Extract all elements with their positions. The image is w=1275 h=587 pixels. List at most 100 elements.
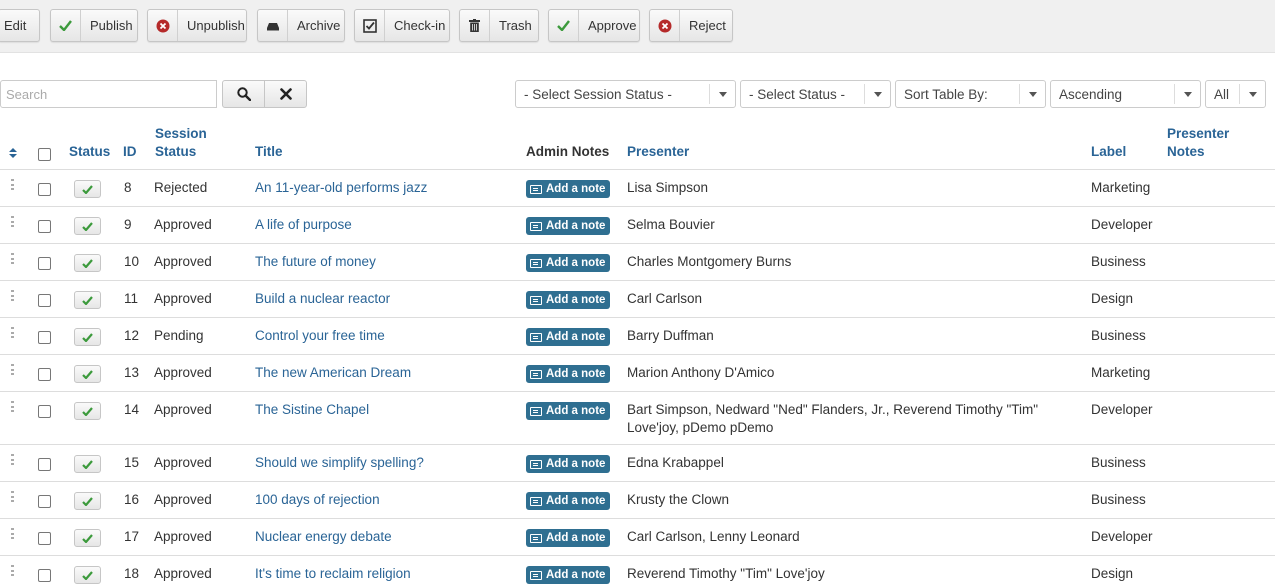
id-header[interactable]: ID bbox=[123, 143, 137, 161]
limit-select[interactable]: All bbox=[1205, 80, 1266, 108]
checkin-button[interactable]: Check-in bbox=[354, 9, 450, 42]
published-toggle[interactable] bbox=[74, 455, 101, 473]
published-toggle[interactable] bbox=[74, 254, 101, 272]
row-title-link[interactable]: Nuclear energy debate bbox=[255, 528, 392, 546]
row-session-status: Approved bbox=[154, 492, 212, 507]
row-checkbox[interactable] bbox=[38, 183, 51, 196]
row-presenter: Reverend Timothy "Tim" Love'joy bbox=[627, 565, 1047, 583]
clear-search-button[interactable] bbox=[264, 80, 307, 108]
drag-handle-icon[interactable] bbox=[11, 253, 14, 264]
published-toggle[interactable] bbox=[74, 492, 101, 510]
row-checkbox[interactable] bbox=[38, 532, 51, 545]
unpublish-button[interactable]: Unpublish bbox=[147, 9, 247, 42]
reject-button[interactable]: Reject bbox=[649, 9, 733, 42]
drag-handle-icon[interactable] bbox=[11, 401, 14, 412]
row-checkbox[interactable] bbox=[38, 220, 51, 233]
presenter-header[interactable]: Presenter bbox=[627, 143, 689, 161]
ordering-header[interactable] bbox=[8, 146, 18, 160]
row-title-link[interactable]: Build a nuclear reactor bbox=[255, 290, 390, 308]
publish-button[interactable]: Publish bbox=[50, 9, 138, 42]
archive-button[interactable]: Archive bbox=[257, 9, 345, 42]
published-toggle[interactable] bbox=[74, 291, 101, 309]
row-presenter-line1: Bart Simpson, Nedward "Ned" Flanders, Jr… bbox=[627, 402, 1039, 417]
status-select[interactable]: - Select Status - bbox=[740, 80, 891, 108]
drag-handle-icon[interactable] bbox=[11, 327, 14, 338]
published-toggle[interactable] bbox=[74, 402, 101, 420]
session-status-select[interactable]: - Select Session Status - bbox=[515, 80, 736, 108]
row-checkbox[interactable] bbox=[38, 495, 51, 508]
row-checkbox[interactable] bbox=[38, 569, 51, 582]
direction-select[interactable]: Ascending bbox=[1050, 80, 1201, 108]
published-toggle[interactable] bbox=[74, 328, 101, 346]
sort-by-select[interactable]: Sort Table By: bbox=[895, 80, 1046, 108]
toolbar: Edit Publish Unpublish Archive Check-in … bbox=[0, 0, 1275, 53]
row-title-link[interactable]: The future of money bbox=[255, 253, 376, 271]
row-checkbox[interactable] bbox=[38, 331, 51, 344]
chevron-down-icon bbox=[1239, 84, 1265, 104]
row-checkbox[interactable] bbox=[38, 458, 51, 471]
drag-handle-icon[interactable] bbox=[11, 364, 14, 375]
row-checkbox[interactable] bbox=[38, 294, 51, 307]
label-header[interactable]: Label bbox=[1091, 143, 1126, 161]
published-toggle[interactable] bbox=[74, 566, 101, 584]
drag-handle-icon[interactable] bbox=[11, 565, 14, 576]
add-note-button[interactable]: Add a note bbox=[526, 365, 610, 383]
row-presenter-line1: Selma Bouvier bbox=[627, 217, 715, 232]
row-checkbox[interactable] bbox=[38, 405, 51, 418]
published-toggle[interactable] bbox=[74, 180, 101, 198]
add-note-button[interactable]: Add a note bbox=[526, 254, 610, 272]
add-note-button[interactable]: Add a note bbox=[526, 402, 610, 420]
row-title-link[interactable]: 100 days of rejection bbox=[255, 491, 380, 509]
row-title-link[interactable]: Should we simplify spelling? bbox=[255, 454, 424, 472]
row-checkbox[interactable] bbox=[38, 368, 51, 381]
row-title-link[interactable]: The Sistine Chapel bbox=[255, 401, 369, 419]
add-note-button[interactable]: Add a note bbox=[526, 328, 610, 346]
row-presenter-line1: Lisa Simpson bbox=[627, 180, 709, 195]
edit-button[interactable]: Edit bbox=[0, 9, 40, 42]
add-note-button[interactable]: Add a note bbox=[526, 455, 610, 473]
search-input[interactable] bbox=[0, 80, 217, 108]
title-header[interactable]: Title bbox=[255, 143, 283, 161]
published-toggle[interactable] bbox=[74, 217, 101, 235]
status-header[interactable]: Status bbox=[69, 143, 110, 161]
drag-handle-icon[interactable] bbox=[11, 454, 14, 465]
add-note-button[interactable]: Add a note bbox=[526, 180, 610, 198]
published-toggle[interactable] bbox=[74, 365, 101, 383]
row-presenter: Krusty the Clown bbox=[627, 491, 1047, 509]
row-checkbox[interactable] bbox=[38, 257, 51, 270]
session-status-header-line2: Status bbox=[155, 144, 197, 159]
add-note-button[interactable]: Add a note bbox=[526, 492, 610, 510]
trash-button[interactable]: Trash bbox=[459, 9, 539, 42]
approve-button[interactable]: Approve bbox=[548, 9, 640, 42]
drag-handle-icon[interactable] bbox=[11, 216, 14, 227]
row-divider bbox=[0, 206, 1275, 207]
row-presenter: Edna Krabappel bbox=[627, 454, 1047, 472]
row-presenter-line2: Love'joy, pDemo pDemo bbox=[627, 420, 774, 435]
close-icon bbox=[279, 88, 292, 100]
add-note-button[interactable]: Add a note bbox=[526, 566, 610, 584]
row-title-link[interactable]: It's time to reclaim religion bbox=[255, 565, 411, 583]
add-note-label: Add a note bbox=[546, 405, 606, 417]
unpublish-button-label: Unpublish bbox=[187, 18, 245, 33]
session-status-header[interactable]: Session Status bbox=[155, 125, 207, 161]
row-label: Developer bbox=[1091, 529, 1153, 544]
row-title-link[interactable]: An 11-year-old performs jazz bbox=[255, 179, 427, 197]
add-note-label: Add a note bbox=[546, 257, 606, 269]
add-note-button[interactable]: Add a note bbox=[526, 529, 610, 547]
row-session-status: Approved bbox=[154, 291, 212, 306]
row-label: Design bbox=[1091, 566, 1134, 581]
drag-handle-icon[interactable] bbox=[11, 528, 14, 539]
drag-handle-icon[interactable] bbox=[11, 290, 14, 301]
select-all-checkbox[interactable] bbox=[38, 148, 51, 161]
add-note-button[interactable]: Add a note bbox=[526, 217, 610, 235]
drag-handle-icon[interactable] bbox=[11, 491, 14, 502]
search-button[interactable] bbox=[222, 80, 265, 108]
add-note-button[interactable]: Add a note bbox=[526, 291, 610, 309]
published-toggle[interactable] bbox=[74, 529, 101, 547]
check-icon bbox=[82, 570, 93, 580]
drag-handle-icon[interactable] bbox=[11, 179, 14, 190]
row-title-link[interactable]: A life of purpose bbox=[255, 216, 352, 234]
presenter-notes-header[interactable]: Presenter Notes bbox=[1167, 125, 1229, 161]
row-title-link[interactable]: Control your free time bbox=[255, 327, 385, 345]
row-title-link[interactable]: The new American Dream bbox=[255, 364, 411, 382]
